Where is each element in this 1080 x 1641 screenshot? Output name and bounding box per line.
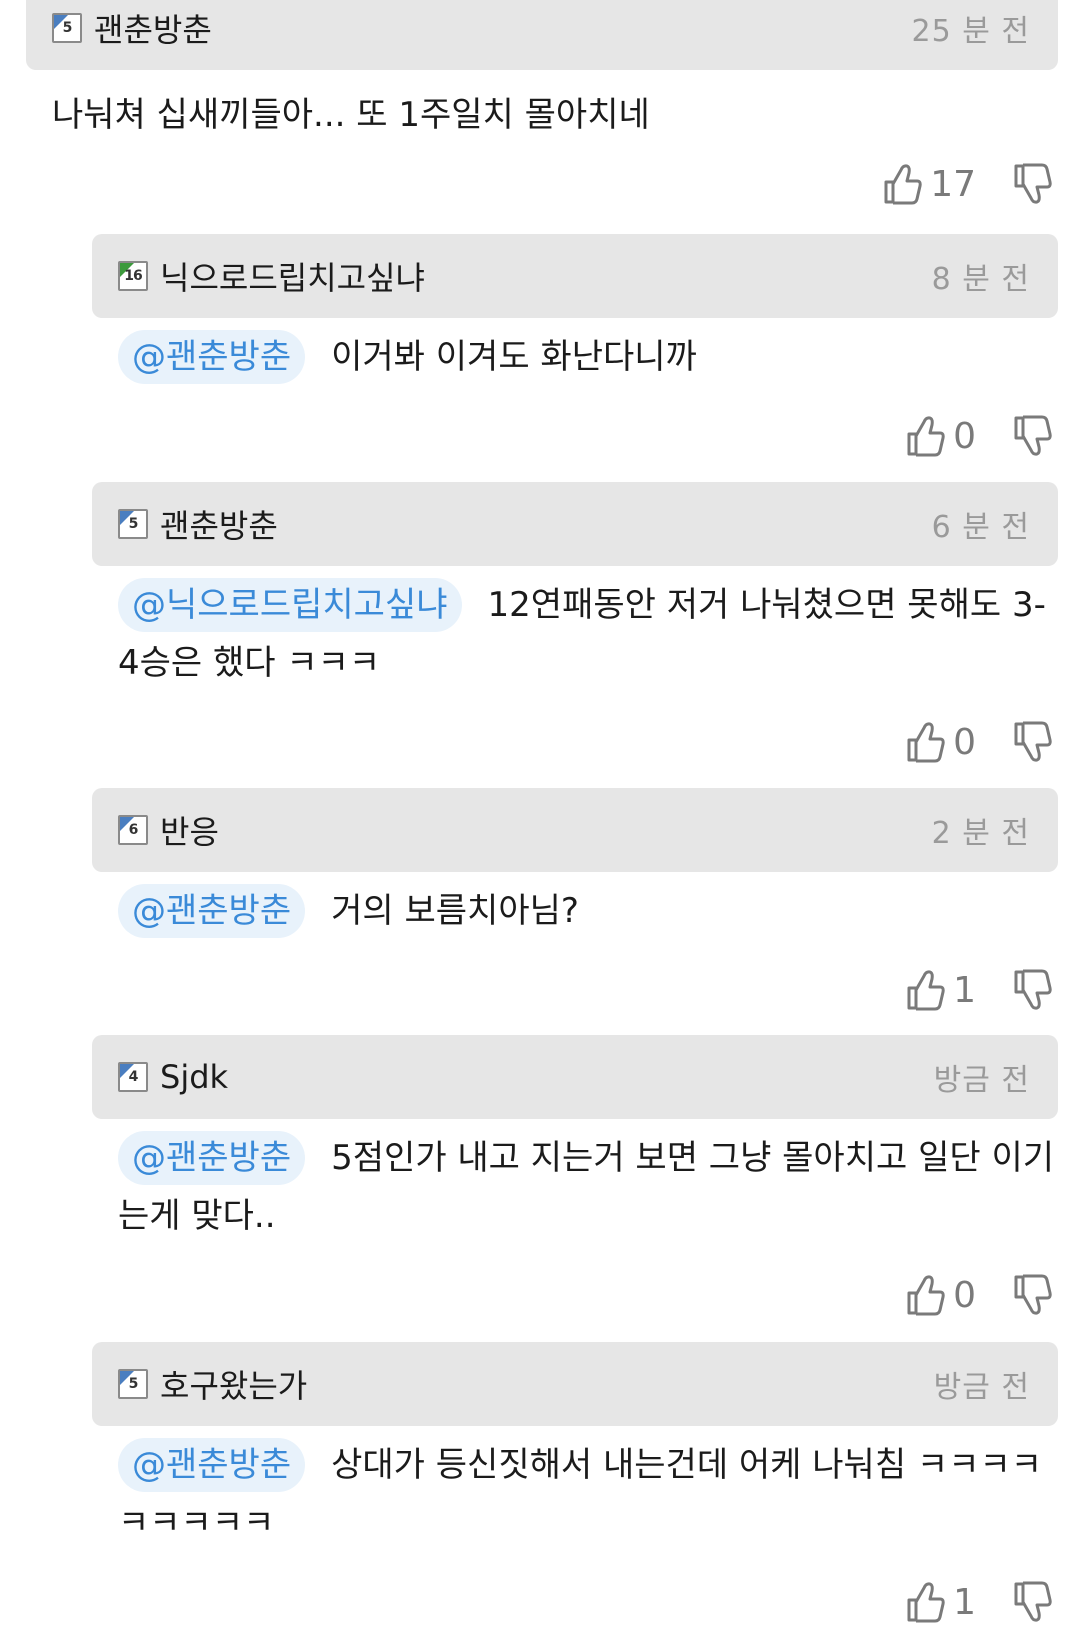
comment-text: 거의 보름치아님? [331,891,579,931]
thumbs-up-icon[interactable] [905,968,945,1012]
level-badge: 16 [118,261,148,291]
level-badge: 5 [52,13,82,43]
vote-row: 17 [882,160,1052,208]
mention-tag[interactable]: @닉으로드립치고싶냐 [118,578,462,632]
like-count: 0 [953,415,976,457]
comment-thread: 5 괜춘방춘 25 분 전 나눠쳐 십새끼들아... 또 1주일치 몰아치네 1… [0,0,1080,1641]
thumbs-up-icon[interactable] [905,1580,945,1624]
thumbs-down-icon[interactable] [1012,414,1052,458]
comment-body: @괜춘방춘 5점인가 내고 지는거 보면 그냥 몰아치고 일단 이기는게 맞다.. [118,1129,1058,1245]
level-badge: 4 [118,1062,148,1092]
reply-comment: 16 닉으로드립치고싶냐 8 분 전 @괜춘방춘 이거봐 이겨도 화난다니까 0 [0,234,1080,474]
comment-header: 5 괜춘방춘 6 분 전 [92,482,1058,566]
thumbs-up-icon[interactable] [882,162,922,206]
comment-body: @괜춘방춘 상대가 등신짓해서 내는건데 어케 나눠침 ㅋㅋㅋㅋㅋㅋㅋㅋㅋ [118,1436,1058,1552]
comment-header: 4 Sjdk 방금 전 [92,1035,1058,1119]
timestamp: 방금 전 [933,1063,1030,1098]
reply-comment: 5 호구왔는가 방금 전 @괜춘방춘 상대가 등신짓해서 내는건데 어케 나눠침 … [0,1342,1080,1641]
username[interactable]: 괜춘방춘 [160,501,278,547]
timestamp: 8 분 전 [931,262,1030,297]
thumbs-up-icon[interactable] [905,1273,945,1317]
level-badge: 5 [118,509,148,539]
level-badge: 6 [118,815,148,845]
comment-text: 이거봐 이겨도 화난다니까 [331,337,697,377]
comment: 5 괜춘방춘 25 분 전 나눠쳐 십새끼들아... 또 1주일치 몰아치네 1… [0,0,1080,230]
comment-header: 6 반응 2 분 전 [92,788,1058,872]
reply-comment: 6 반응 2 분 전 @괜춘방춘 거의 보름치아님? 1 [0,788,1080,1028]
username[interactable]: 반응 [160,807,219,853]
vote-row: 1 [905,966,1052,1014]
thumbs-down-icon[interactable] [1012,162,1052,206]
mention-tag[interactable]: @괜춘방춘 [118,1438,306,1492]
comment-body: @괜춘방춘 이거봐 이겨도 화난다니까 [118,328,1058,386]
mention-tag[interactable]: @괜춘방춘 [118,330,306,384]
mention-tag[interactable]: @괜춘방춘 [118,1131,306,1185]
comment-header: 5 괜춘방춘 25 분 전 [26,0,1058,70]
vote-row: 0 [905,1271,1052,1319]
like-count: 1 [953,969,976,1011]
thumbs-up-icon[interactable] [905,414,945,458]
reply-comment: 4 Sjdk 방금 전 @괜춘방춘 5점인가 내고 지는거 보면 그냥 몰아치고 … [0,1035,1080,1335]
thumbs-down-icon[interactable] [1012,968,1052,1012]
username[interactable]: 닉으로드립치고싶냐 [160,253,425,299]
username[interactable]: 호구왔는가 [160,1361,307,1407]
vote-row: 1 [905,1578,1052,1626]
thumbs-down-icon[interactable] [1012,1580,1052,1624]
timestamp: 25 분 전 [911,14,1030,49]
level-badge: 5 [118,1369,148,1399]
vote-row: 0 [905,412,1052,460]
reply-comment: 5 괜춘방춘 6 분 전 @닉으로드립치고싶냐 12연패동안 저거 나눠쳤으면 못… [0,482,1080,782]
thumbs-up-icon[interactable] [905,720,945,764]
username[interactable]: 괜춘방춘 [94,5,212,51]
like-count: 17 [930,163,976,205]
thumbs-down-icon[interactable] [1012,720,1052,764]
username[interactable]: Sjdk [160,1058,228,1096]
timestamp: 2 분 전 [931,816,1030,851]
mention-tag[interactable]: @괜춘방춘 [118,884,306,938]
timestamp: 방금 전 [933,1370,1030,1405]
like-count: 1 [953,1581,976,1623]
comment-header: 16 닉으로드립치고싶냐 8 분 전 [92,234,1058,318]
comment-body: 나눠쳐 십새끼들아... 또 1주일치 몰아치네 [52,86,1042,144]
comment-text: 나눠쳐 십새끼들아... 또 1주일치 몰아치네 [52,95,650,135]
comment-header: 5 호구왔는가 방금 전 [92,1342,1058,1426]
like-count: 0 [953,721,976,763]
comment-body: @괜춘방춘 거의 보름치아님? [118,882,1058,940]
vote-row: 0 [905,718,1052,766]
timestamp: 6 분 전 [931,510,1030,545]
like-count: 0 [953,1274,976,1316]
thumbs-down-icon[interactable] [1012,1273,1052,1317]
comment-body: @닉으로드립치고싶냐 12연패동안 저거 나눠쳤으면 못해도 3-4승은 했다 ㅋ… [118,576,1058,692]
